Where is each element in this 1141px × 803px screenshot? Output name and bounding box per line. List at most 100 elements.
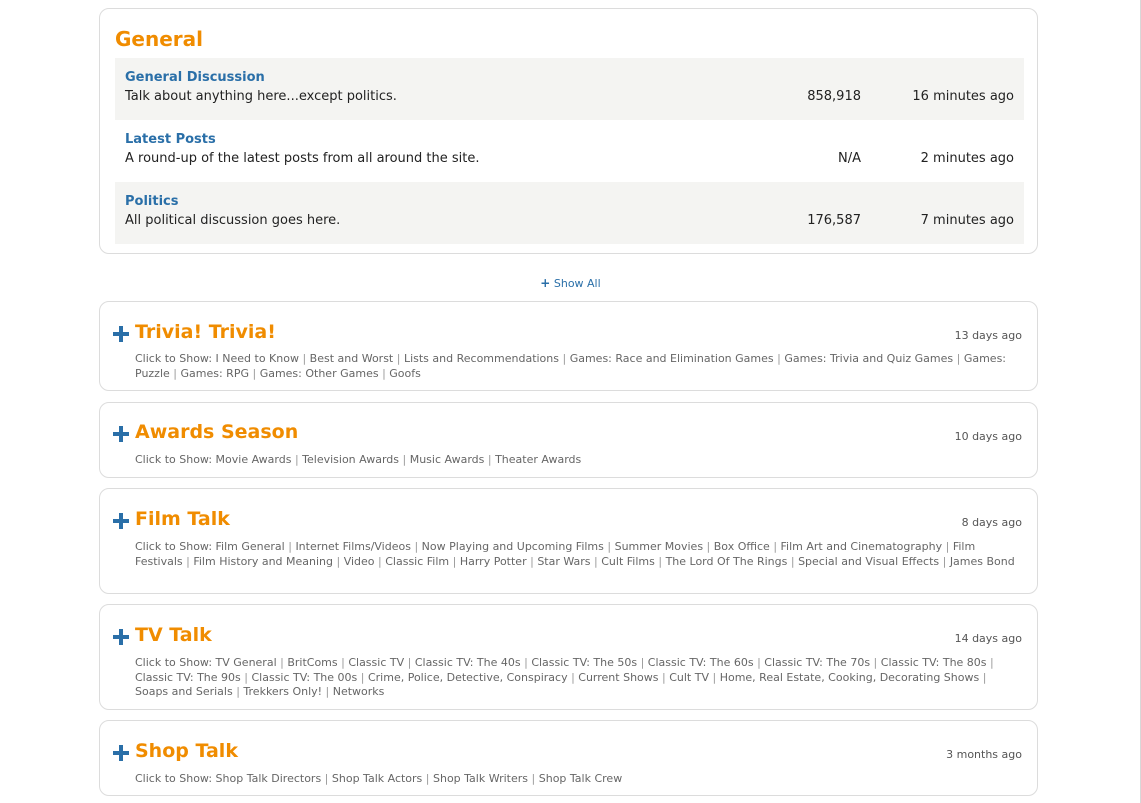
category-subforum-links[interactable]: Click to Show: I Need to Know | Best and…	[135, 352, 1020, 381]
subforum-link[interactable]: Shop Talk Writers	[433, 772, 528, 785]
forum-link-politics[interactable]: Politics	[125, 194, 179, 209]
category-last-activity: 13 days ago	[954, 329, 1022, 342]
subforum-link[interactable]: I Need to Know	[216, 352, 299, 365]
forum-row-general-discussion[interactable]: General Discussion Talk about anything h…	[115, 58, 1024, 120]
subforum-link[interactable]: Games: Other Games	[260, 367, 379, 380]
subforum-link[interactable]: Film Art and Cinematography	[781, 540, 943, 553]
link-separator: |	[708, 670, 720, 684]
subforum-link[interactable]: Soaps and Serials	[135, 685, 233, 698]
subforum-link[interactable]: The Lord Of The Rings	[666, 555, 788, 568]
subforum-link[interactable]: Now Playing and Upcoming Films	[422, 540, 604, 553]
subforum-link[interactable]: Classic TV: The 60s	[648, 656, 754, 669]
link-separator: |	[590, 554, 602, 568]
category-film-talk: Film Talk 8 days ago Click to Show: Film…	[99, 488, 1038, 594]
link-separator: |	[484, 453, 496, 466]
subforum-link[interactable]: Classic TV	[348, 656, 404, 669]
link-separator: |	[357, 670, 368, 684]
subforum-link[interactable]: Best and Worst	[310, 352, 394, 365]
category-subforum-links[interactable]: Click to Show: Movie Awards | Television…	[135, 453, 1020, 468]
link-separator: |	[422, 772, 433, 785]
subforum-link[interactable]: Music Awards	[410, 453, 485, 466]
subforum-link[interactable]: Television Awards	[302, 453, 399, 466]
show-all-link[interactable]: + Show All	[0, 276, 1141, 290]
subforum-link[interactable]: Star Wars	[537, 555, 590, 568]
subforum-link[interactable]: BritComs	[287, 656, 337, 669]
subforum-link[interactable]: Special and Visual Effects	[798, 555, 939, 568]
link-separator: |	[449, 554, 460, 568]
link-separator: |	[567, 670, 579, 684]
expand-plus-icon[interactable]	[113, 745, 129, 761]
subforum-link[interactable]: Classic TV: The 50s	[531, 656, 637, 669]
subforum-link[interactable]: Film History and Meaning	[193, 555, 333, 568]
link-separator: |	[769, 540, 781, 553]
forum-last-activity: 7 minutes ago	[920, 213, 1014, 228]
subforum-link[interactable]: Goofs	[389, 367, 421, 380]
subforum-link[interactable]: Classic TV: The 90s	[135, 671, 241, 684]
link-separator: |	[942, 540, 953, 553]
subforum-link[interactable]: Shop Talk Directors	[216, 772, 322, 785]
subforum-link[interactable]: Movie Awards	[216, 453, 292, 466]
subforum-link[interactable]: Cult Films	[601, 555, 655, 568]
category-title[interactable]: TV Talk	[135, 624, 212, 646]
subforum-link[interactable]: Film General	[216, 540, 285, 553]
section-title-general: General	[115, 27, 203, 51]
subforum-link[interactable]: Classic TV: The 00s	[251, 671, 357, 684]
forum-row-politics[interactable]: Politics All political discussion goes h…	[115, 182, 1024, 244]
subforum-link[interactable]: Harry Potter	[460, 555, 527, 568]
expand-plus-icon[interactable]	[113, 513, 129, 529]
link-separator: |	[240, 670, 252, 684]
subforum-link[interactable]: Theater Awards	[495, 453, 581, 466]
subforum-link[interactable]: Crime, Police, Detective, Conspiracy	[368, 671, 568, 684]
subforum-link[interactable]: James Bond	[950, 555, 1015, 568]
subforum-link[interactable]: Lists and Recommendations	[404, 352, 559, 365]
link-separator: |	[321, 772, 332, 785]
link-separator: |	[953, 352, 964, 365]
click-to-show-label: Click to Show:	[135, 656, 216, 669]
forum-description: All political discussion goes here.	[125, 213, 341, 228]
link-separator: |	[284, 540, 296, 553]
subforum-link[interactable]: Classic TV: The 40s	[415, 656, 521, 669]
subforum-link[interactable]: TV General	[216, 656, 277, 669]
subforum-link[interactable]: Games: RPG	[181, 367, 249, 380]
subforum-link[interactable]: Current Shows	[578, 671, 658, 684]
subforum-link[interactable]: Shop Talk Actors	[332, 772, 422, 785]
link-separator: |	[232, 685, 244, 699]
subforum-link[interactable]: Cult TV	[669, 671, 709, 684]
subforum-link[interactable]: Box Office	[714, 540, 770, 553]
subforum-link[interactable]: Shop Talk Crew	[539, 772, 622, 785]
forum-post-count: 858,918	[807, 89, 861, 104]
subforum-link[interactable]: Internet Films/Videos	[295, 540, 411, 553]
category-title[interactable]: Awards Season	[135, 421, 298, 443]
subforum-link[interactable]: Home, Real Estate, Cooking, Decorating S…	[720, 671, 980, 684]
category-subforum-links[interactable]: Click to Show: Shop Talk Directors | Sho…	[135, 772, 1020, 787]
link-separator: |	[528, 772, 539, 785]
subforum-link[interactable]: Games: Race and Elimination Games	[570, 352, 774, 365]
subforum-link[interactable]: Games: Trivia and Quiz Games	[784, 352, 953, 365]
expand-plus-icon[interactable]	[113, 326, 129, 342]
expand-plus-icon[interactable]	[113, 426, 129, 442]
forum-last-activity: 16 minutes ago	[912, 89, 1014, 104]
forum-link-general-discussion[interactable]: General Discussion	[125, 70, 265, 85]
subforum-link[interactable]: Summer Movies	[615, 540, 703, 553]
subforum-link[interactable]: Trekkers Only!	[243, 685, 322, 698]
link-separator: |	[520, 656, 532, 669]
expand-plus-icon[interactable]	[113, 629, 129, 645]
link-separator: |	[703, 540, 714, 553]
forum-row-latest-posts[interactable]: Latest Posts A round-up of the latest po…	[115, 120, 1024, 182]
category-title[interactable]: Film Talk	[135, 508, 230, 530]
category-title[interactable]: Shop Talk	[135, 740, 238, 762]
category-subforum-links[interactable]: Click to Show: TV General | BritComs | C…	[135, 656, 1020, 700]
forum-link-latest-posts[interactable]: Latest Posts	[125, 132, 216, 147]
link-separator: |	[603, 540, 615, 553]
forum-description: Talk about anything here...except politi…	[125, 89, 397, 104]
link-separator: |	[410, 540, 422, 553]
link-separator: |	[654, 554, 666, 568]
subforum-link[interactable]: Classic Film	[385, 555, 449, 568]
subforum-link[interactable]: Classic TV: The 80s	[881, 656, 987, 669]
subforum-link[interactable]: Networks	[333, 685, 385, 698]
forum-description: A round-up of the latest posts from all …	[125, 151, 480, 166]
subforum-link[interactable]: Classic TV: The 70s	[764, 656, 870, 669]
category-title[interactable]: Trivia! Trivia!	[135, 321, 276, 343]
subforum-link[interactable]: Video	[344, 555, 375, 568]
category-subforum-links[interactable]: Click to Show: Film General | Internet F…	[135, 540, 1020, 569]
